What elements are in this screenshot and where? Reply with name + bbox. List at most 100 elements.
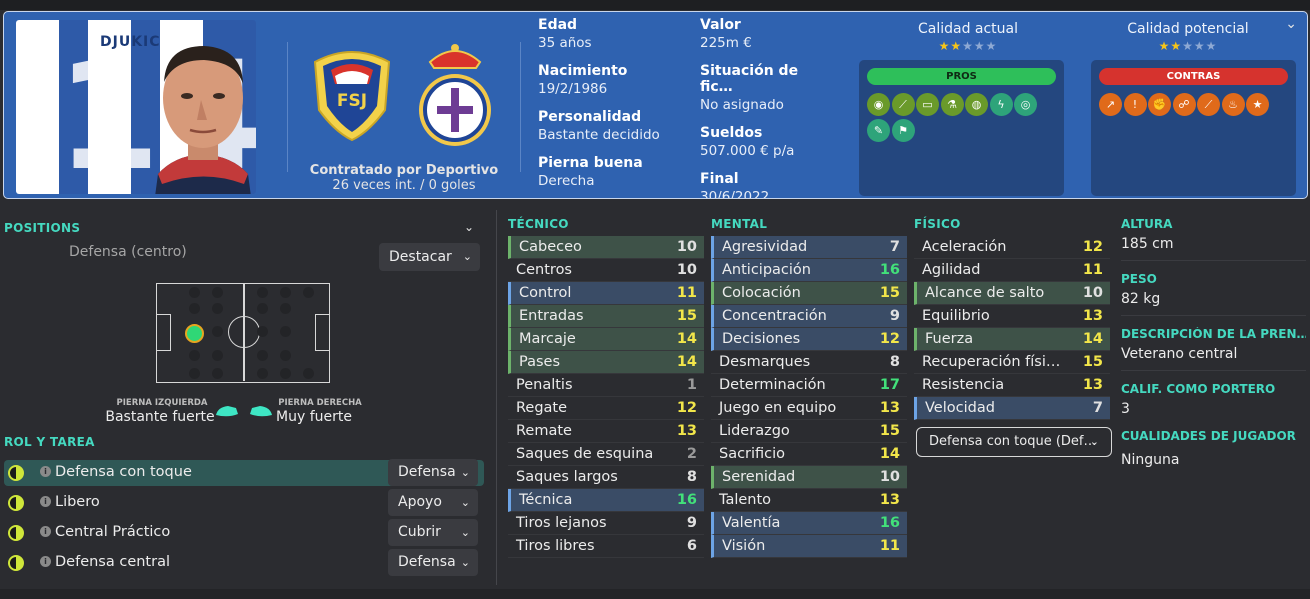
star-icon[interactable]: ★ [1246,93,1269,116]
position-pitch[interactable] [156,283,330,383]
attribute-row[interactable]: Sacrificio 14 [711,443,907,466]
duty-dropdown[interactable]: Apoyo ⌄ [388,489,478,516]
boot-icon[interactable]: ⟋ [891,93,915,116]
role-row[interactable]: i Libero Apoyo ⌄ [4,489,484,516]
attribute-row[interactable]: Decisiones 12 [711,328,907,351]
attribute-name: Sacrificio [719,446,786,462]
role-row[interactable]: i Central Práctico Cubrir ⌄ [4,519,484,546]
attribute-value: 9 [889,308,900,324]
positions-chevron-icon[interactable]: ⌄ [464,220,474,234]
attribute-row[interactable]: Determinación 17 [711,374,907,397]
attribute-name: Tiros lejanos [516,515,607,531]
attribute-row[interactable]: Control 11 [508,282,704,305]
brain-icon[interactable]: ◉ [867,93,890,116]
role-row[interactable]: i Defensa central Defensa ⌄ [4,549,484,576]
attribute-value: 14 [676,331,697,347]
attribute-row[interactable]: Agilidad 11 [914,259,1110,282]
chevron-down-icon: ⌄ [460,466,470,479]
attribute-row[interactable]: Colocación 15 [711,282,907,305]
pros-badges: ◉ ⟋ ▭ ⚗ ◍ ϟ ◎ ✎ ⚑ [867,93,1062,145]
attribute-row[interactable]: Juego en equipo 13 [711,397,907,420]
info-icon[interactable]: i [40,496,51,507]
attribute-row[interactable]: Marcaje 14 [508,328,704,351]
attribute-row[interactable]: Saques largos 8 [508,466,704,489]
attribute-row[interactable]: Serenidad 10 [711,466,907,489]
attribute-row[interactable]: Talento 13 [711,489,907,512]
ball-icon[interactable]: ! [1123,93,1147,116]
attribute-row[interactable]: Valentía 16 [711,512,907,535]
attribute-name: Juego en equipo [719,400,837,416]
lightning-icon[interactable]: ϟ [989,93,1013,116]
attribute-value: 10 [676,239,697,255]
attribute-row[interactable]: Penaltis 1 [508,374,704,397]
attribute-row[interactable]: Resistencia 13 [914,374,1110,397]
attribute-value: 12 [1082,239,1103,255]
target-icon[interactable]: ◎ [1014,93,1037,116]
wrench-icon[interactable]: ✎ [867,119,890,142]
birth-label: Nacimiento [538,63,628,79]
attribute-name: Serenidad [722,469,796,485]
player-traits-value: Ninguna [1121,452,1180,468]
flag-icon[interactable]: ⚑ [891,119,915,142]
attribute-value: 9 [686,515,697,531]
header-collapse-chevron-icon[interactable]: ⌄ [1285,16,1297,32]
attribute-row[interactable]: Velocidad 7 [914,397,1110,420]
boot-icon[interactable]: ⟋ [1197,93,1220,116]
info-icon[interactable]: i [40,466,51,477]
height-label: ALTURA [1121,217,1173,231]
roles-title: ROL Y TAREA [4,435,95,449]
attribute-value: 12 [676,400,697,416]
pitch-icon[interactable]: ▭ [916,93,939,116]
attribute-value: 13 [879,492,900,508]
attribute-row[interactable]: Técnica 16 [508,489,704,512]
attribute-row[interactable]: Anticipación 16 [711,259,907,282]
attribute-row[interactable]: Equilibrio 13 [914,305,1110,328]
attribute-row[interactable]: Tiros libres 6 [508,535,704,558]
attribute-row[interactable]: Desmarques 8 [711,351,907,374]
attribute-row[interactable]: Regate 12 [508,397,704,420]
attribute-row[interactable]: Alcance de salto 10 [914,282,1110,305]
attribute-value: 15 [879,423,900,439]
duty-dropdown[interactable]: Defensa ⌄ [388,459,478,486]
fire-icon[interactable]: ♨ [1221,93,1245,116]
attribute-row[interactable]: Tiros lejanos 9 [508,512,704,535]
attribute-row[interactable]: Liderazgo 15 [711,420,907,443]
trend-icon[interactable]: ↗ [1099,93,1122,116]
mental-attributes: Agresividad 7 Anticipación 16 Colocación 15 Co… [711,236,907,558]
role-row[interactable]: i Defensa con toque Defensa ⌄ [4,459,484,486]
player-photo: 14 DJUKIC [16,20,256,194]
fisico-title: FÍSICO [914,217,961,231]
attribute-row[interactable]: Centros 10 [508,259,704,282]
duty-dropdown[interactable]: Cubrir ⌄ [388,519,478,546]
fists-icon[interactable]: ✊ [1148,93,1171,116]
attribute-row[interactable]: Cabeceo 10 [508,236,704,259]
attribute-name: Centros [516,262,572,278]
attribute-row[interactable]: Saques de esquina 2 [508,443,704,466]
attribute-row[interactable]: Visión 11 [711,535,907,558]
role-profile-dropdown[interactable]: Defensa con toque (Def… ⌄ [916,427,1112,457]
transfer-status-label: Situación de fic… [700,63,799,95]
attribute-row[interactable]: Aceleración 12 [914,236,1110,259]
attribute-row[interactable]: Agresividad 7 [711,236,907,259]
attribute-row[interactable]: Recuperación físi… 15 [914,351,1110,374]
info-icon[interactable]: i [40,526,51,537]
attribute-name: Tiros libres [516,538,595,554]
attribute-row[interactable]: Concentración 9 [711,305,907,328]
left-foot-value: Bastante fuerte [105,409,215,425]
highlight-dropdown[interactable]: Destacar ⌄ [379,243,480,271]
flask-icon[interactable]: ⚗ [940,93,964,116]
info-icon[interactable]: i [40,556,51,567]
globe-icon[interactable]: ◍ [965,93,988,116]
attribute-row[interactable]: Entradas 15 [508,305,704,328]
international-caps: 26 veces int. / 0 goles [332,178,476,193]
attribute-value: 13 [1082,308,1103,324]
duty-dropdown[interactable]: Defensa ⌄ [388,549,478,576]
attribute-row[interactable]: Fuerza 14 [914,328,1110,351]
attribute-row[interactable]: Remate 13 [508,420,704,443]
chevron-down-icon: ⌄ [460,526,470,539]
runner-icon[interactable]: ☍ [1172,93,1196,116]
attribute-name: Agresividad [722,239,808,255]
attribute-value: 15 [879,285,900,301]
attribute-row[interactable]: Pases 14 [508,351,704,374]
value-label: Valor [700,17,741,33]
